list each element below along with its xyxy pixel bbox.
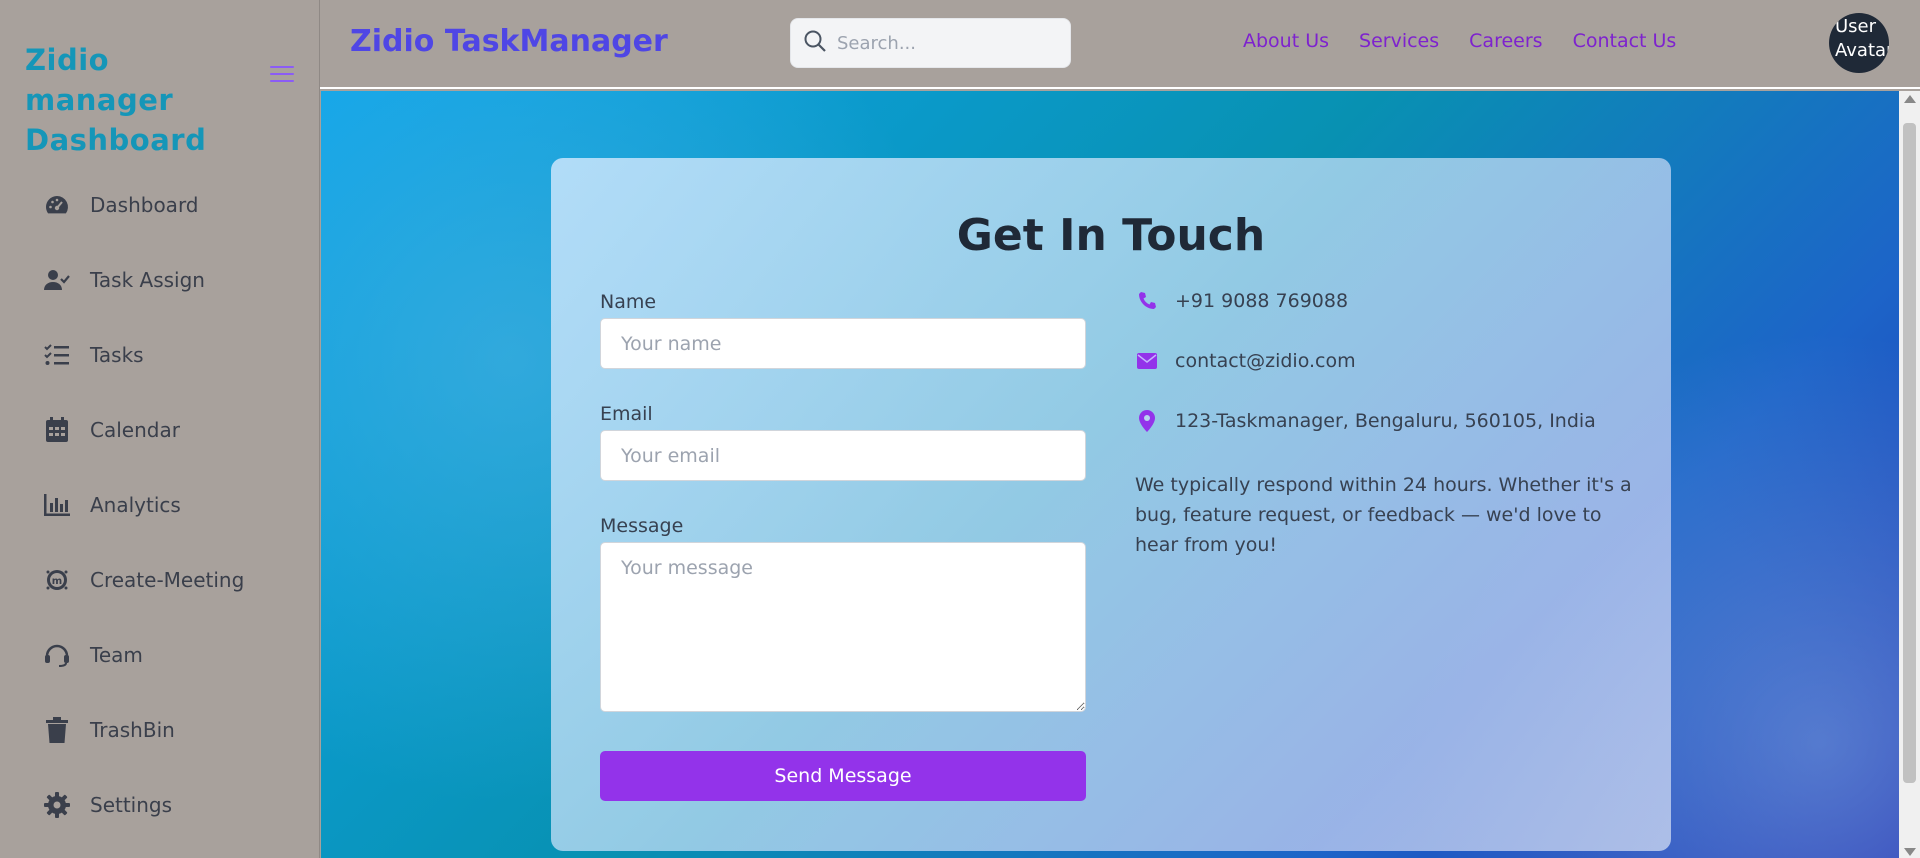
sidebar-item-label: Settings xyxy=(90,792,173,817)
sidebar-item-label: Create-Meeting xyxy=(90,567,245,592)
location-pin-icon xyxy=(1135,409,1159,433)
app-title: Zidio TaskManager xyxy=(350,24,668,59)
search-input[interactable] xyxy=(837,32,1057,54)
nav-link-careers[interactable]: Careers xyxy=(1469,30,1542,52)
search-box[interactable] xyxy=(790,18,1071,68)
name-field[interactable] xyxy=(600,318,1086,369)
address-text: 123-Taskmanager, Bengaluru, 560105, Indi… xyxy=(1175,410,1596,432)
nav-link-about-us[interactable]: About Us xyxy=(1243,30,1329,52)
sidebar-item-label: Dashboard xyxy=(90,192,199,217)
sidebar-item-create-meeting[interactable]: m Create-Meeting xyxy=(0,542,320,617)
contact-card: Get In Touch Name Email Message Send Mes… xyxy=(551,158,1671,851)
sidebar-item-calendar[interactable]: Calendar xyxy=(0,392,320,467)
trash-icon xyxy=(44,716,70,743)
sidebar-item-trashbin[interactable]: TrashBin xyxy=(0,692,320,767)
nav-link-contact-us[interactable]: Contact Us xyxy=(1573,30,1677,52)
send-message-button[interactable]: Send Message xyxy=(600,751,1086,801)
sidebar-item-team[interactable]: Team xyxy=(0,617,320,692)
phone-text: +91 9088 769088 xyxy=(1175,290,1349,312)
scroll-down-arrow-icon[interactable] xyxy=(1904,848,1916,856)
sidebar-item-task-assign[interactable]: Task Assign xyxy=(0,242,320,317)
contact-phone: +91 9088 769088 xyxy=(1135,289,1348,313)
name-label: Name xyxy=(600,291,657,313)
sidebar-nav: Dashboard Task Assign Tasks Calendar Ana… xyxy=(0,167,320,842)
sidebar-item-analytics[interactable]: Analytics xyxy=(0,467,320,542)
top-header: Zidio TaskManager About Us Services Care… xyxy=(320,0,1920,89)
avatar[interactable]: User Avatar xyxy=(1829,13,1889,73)
sidebar-item-label: TrashBin xyxy=(90,717,175,742)
top-nav: About Us Services Careers Contact Us xyxy=(1243,30,1676,52)
main-content: Get In Touch Name Email Message Send Mes… xyxy=(321,91,1899,858)
sidebar-item-settings[interactable]: Settings xyxy=(0,767,320,842)
email-text: contact@zidio.com xyxy=(1175,350,1356,372)
message-label: Message xyxy=(600,515,684,537)
email-label: Email xyxy=(600,403,653,425)
search-icon xyxy=(803,29,827,57)
meeting-icon: m xyxy=(44,567,70,593)
contact-email: contact@zidio.com xyxy=(1135,349,1356,373)
sidebar-brand: Zidio manager Dashboard xyxy=(25,43,207,157)
user-check-icon xyxy=(44,267,70,293)
message-field[interactable] xyxy=(600,542,1086,712)
gauge-icon xyxy=(44,192,70,218)
sidebar: Zidio manager Dashboard Dashboard Task A… xyxy=(0,0,320,858)
page-title: Get In Touch xyxy=(956,210,1266,261)
hamburger-menu-icon[interactable] xyxy=(270,66,294,86)
list-check-icon xyxy=(44,342,70,368)
calendar-icon xyxy=(44,416,70,443)
nav-link-services[interactable]: Services xyxy=(1359,30,1439,52)
sidebar-item-label: Calendar xyxy=(90,417,180,442)
bar-chart-icon xyxy=(44,492,70,518)
gear-icon xyxy=(44,791,70,818)
response-blurb: We typically respond within 24 hours. Wh… xyxy=(1135,474,1632,556)
scroll-up-arrow-icon[interactable] xyxy=(1904,95,1916,103)
email-field[interactable] xyxy=(600,430,1086,481)
sidebar-item-tasks[interactable]: Tasks xyxy=(0,317,320,392)
page-scrollbar[interactable] xyxy=(1899,91,1920,858)
scrollbar-thumb[interactable] xyxy=(1903,123,1916,783)
sidebar-item-label: Task Assign xyxy=(90,267,205,292)
sidebar-item-label: Team xyxy=(90,642,143,667)
contact-address: 123-Taskmanager, Bengaluru, 560105, Indi… xyxy=(1135,409,1596,433)
sidebar-item-label: Analytics xyxy=(90,492,181,517)
sidebar-item-dashboard[interactable]: Dashboard xyxy=(0,167,320,242)
headset-icon xyxy=(44,642,70,668)
sidebar-item-label: Tasks xyxy=(90,342,144,367)
envelope-icon xyxy=(1135,349,1159,373)
svg-text:m: m xyxy=(52,576,62,587)
phone-icon xyxy=(1135,289,1159,313)
